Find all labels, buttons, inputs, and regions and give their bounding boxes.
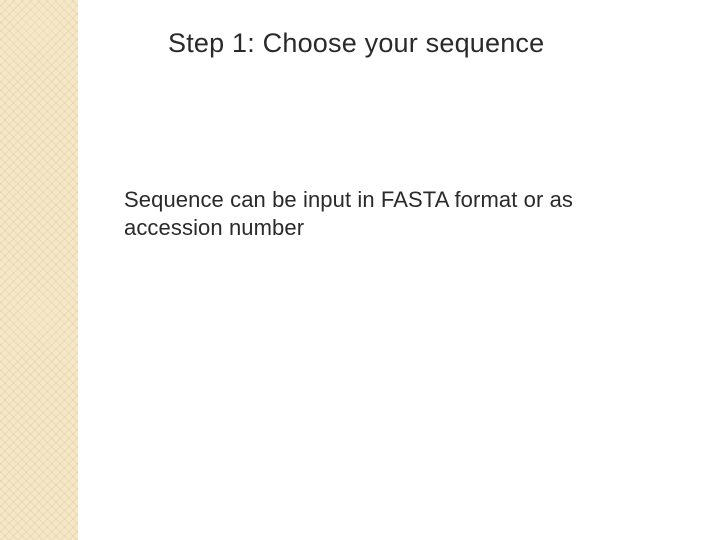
slide-content: Step 1: Choose your sequence Sequence ca…: [78, 0, 720, 540]
decorative-sidebar: [0, 0, 78, 540]
slide-body-text: Sequence can be input in FASTA format or…: [124, 186, 660, 241]
slide-title: Step 1: Choose your sequence: [168, 28, 544, 59]
